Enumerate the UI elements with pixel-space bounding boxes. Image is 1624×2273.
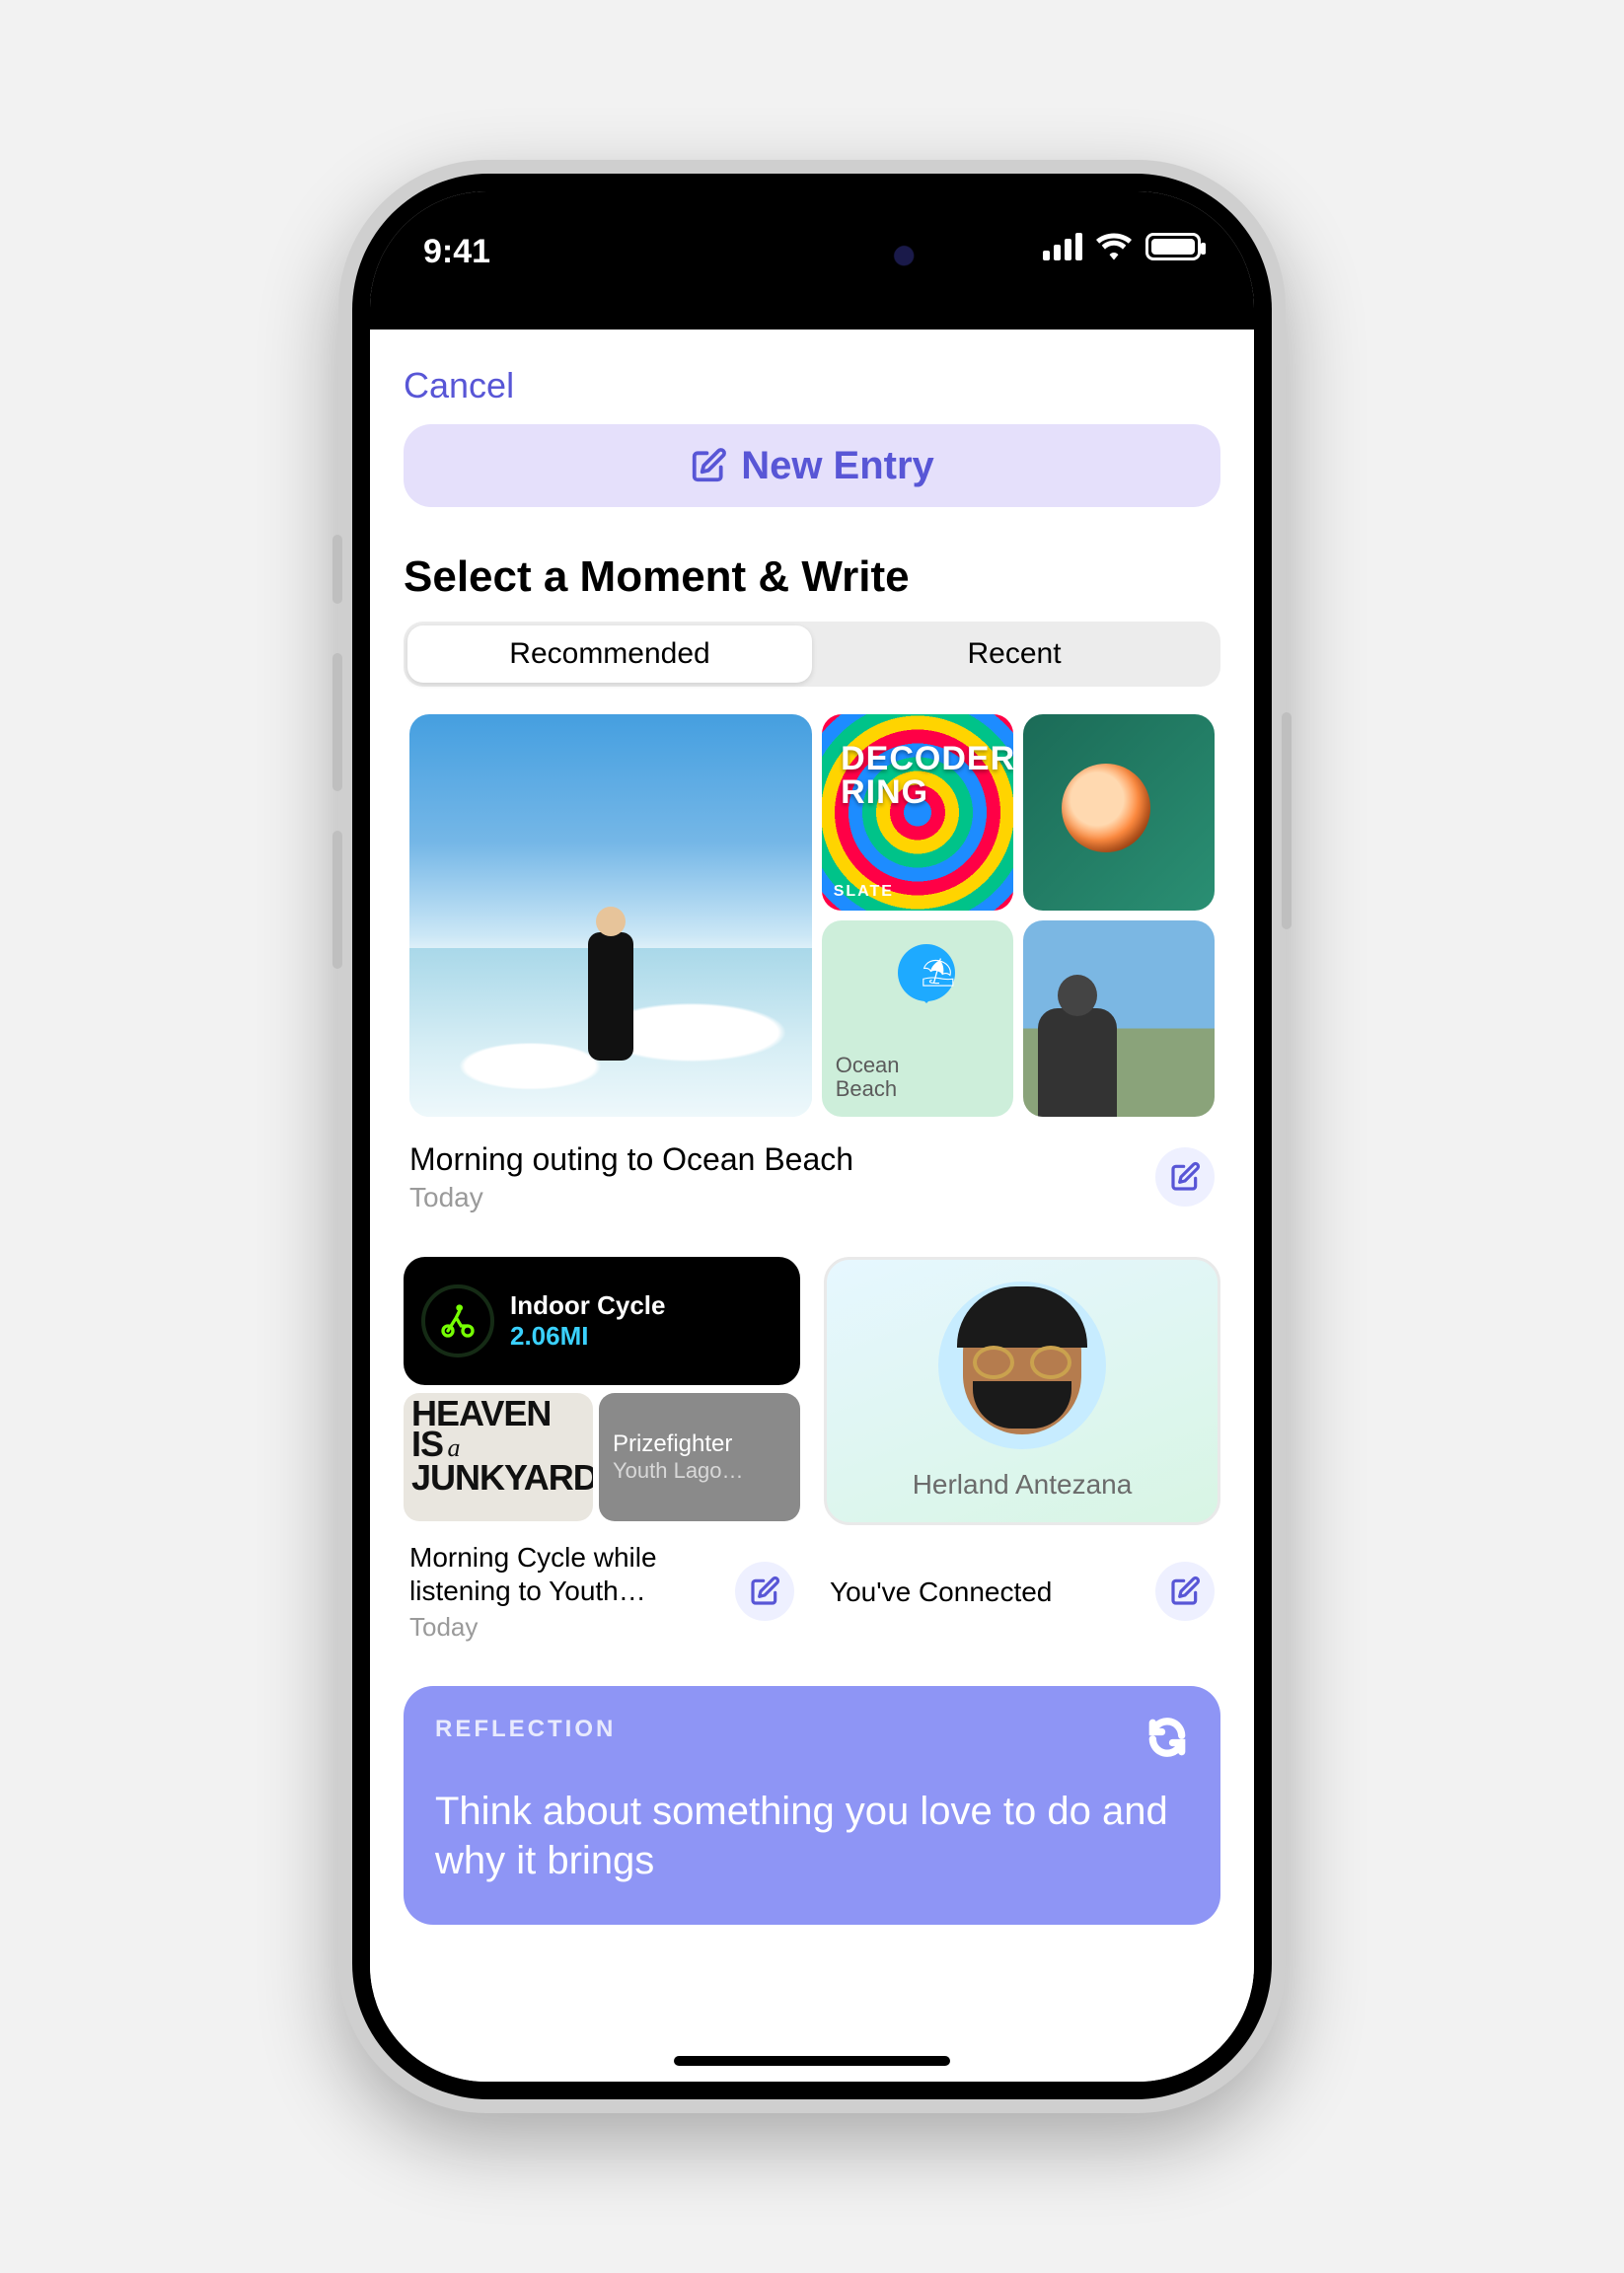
refresh-reflection-button[interactable] [1140, 1710, 1195, 1765]
reflection-prompt: Think about something you love to do and… [435, 1787, 1189, 1885]
reflection-card[interactable]: REFLECTION Think about something you lov… [404, 1686, 1220, 1925]
tab-recent[interactable]: Recent [812, 625, 1217, 683]
map-ocean-beach: ⛱ Ocean Beach [822, 920, 1013, 1117]
track-artist: Youth Lago… [613, 1458, 786, 1484]
reflection-tag: REFLECTION [435, 1716, 1189, 1743]
workout-name: Indoor Cycle [510, 1290, 665, 1321]
write-moment-button[interactable] [1155, 1147, 1215, 1207]
moment-card-indoor-cycle[interactable]: Indoor Cycle 2.06MI HEAVEN IS a JUNKYARD [404, 1257, 800, 1525]
compose-icon [690, 447, 727, 484]
moment-card-ocean-beach[interactable]: DECODER RING SLATE ⛱ [404, 708, 1220, 1123]
write-moment-button[interactable] [1155, 1562, 1215, 1621]
now-playing-info: Prizefighter Youth Lago… [599, 1393, 800, 1521]
contact-name: Herland Antezana [913, 1469, 1133, 1501]
wifi-icon [1096, 233, 1132, 260]
workout-unit: MI [560, 1321, 589, 1351]
home-indicator[interactable] [674, 2056, 950, 2066]
dynamic-island [684, 223, 940, 294]
moment-title: Morning Cycle while listening to Youth… [409, 1541, 735, 1607]
map-pin-icon: ⛱ [898, 944, 955, 1001]
moment-card-contact[interactable]: Herland Antezana [824, 1257, 1220, 1525]
power-button [1282, 712, 1292, 929]
tab-recommended[interactable]: Recommended [407, 625, 812, 683]
mute-switch [332, 535, 342, 604]
podcast-decoder-ring: DECODER RING SLATE [822, 714, 1013, 911]
moment-title: Morning outing to Ocean Beach [409, 1140, 1155, 1178]
volume-up-button [332, 653, 342, 791]
phone-frame: 9:41 Cancel [338, 160, 1286, 2113]
memoji-avatar [938, 1282, 1106, 1449]
status-time: 9:41 [423, 233, 490, 271]
battery-icon [1145, 233, 1201, 260]
volume-down-button [332, 831, 342, 969]
new-entry-button[interactable]: New Entry [404, 424, 1220, 507]
photo-beach [409, 714, 812, 1117]
photo-seashell [1023, 714, 1215, 911]
cellular-signal-icon [1043, 233, 1082, 260]
indoor-cycle-icon [421, 1284, 494, 1357]
cancel-button[interactable]: Cancel [404, 359, 514, 424]
track-title: Prizefighter [613, 1430, 786, 1458]
section-title: Select a Moment & Write [404, 552, 1220, 602]
photo-dog [1023, 920, 1215, 1117]
moment-subtitle: Today [409, 1612, 735, 1643]
workout-distance: 2.06 [510, 1321, 560, 1351]
moment-title: You've Connected [830, 1576, 1155, 1609]
moment-subtitle: Today [409, 1182, 1155, 1213]
album-art: HEAVEN IS a JUNKYARD [404, 1393, 593, 1521]
write-moment-button[interactable] [735, 1562, 794, 1621]
new-entry-label: New Entry [741, 444, 934, 488]
segmented-control: Recommended Recent [404, 622, 1220, 687]
journal-new-entry-sheet: Cancel New Entry Select a Moment & Write… [370, 330, 1254, 2082]
